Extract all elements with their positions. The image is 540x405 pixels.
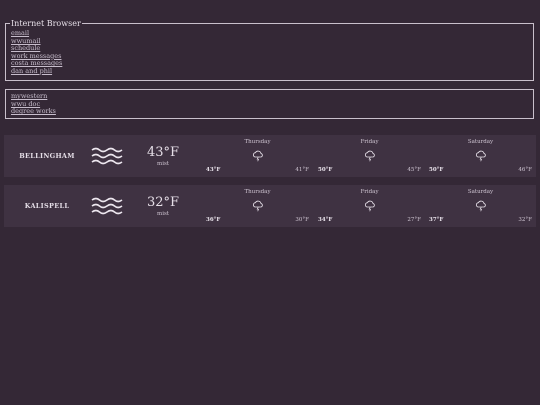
- forecast-day-name: Saturday: [467, 139, 494, 145]
- forecast-day: Saturday 37°F 32°F: [425, 185, 536, 227]
- forecast-low: 46°F: [518, 167, 532, 173]
- forecast-low: 41°F: [295, 167, 309, 173]
- internet-browser-legend: Internet Browser: [10, 18, 82, 29]
- forecast-day-name: Thursday: [244, 139, 271, 145]
- forecast-high: 37°F: [429, 217, 444, 223]
- city-name: KALISPELL: [24, 202, 70, 210]
- forecast-day: Thursday 43°F 41°F: [202, 135, 313, 177]
- current-condition: mist: [156, 211, 169, 217]
- link-degree-works[interactable]: degree works: [11, 107, 56, 115]
- city-name: BELLINGHAM: [19, 152, 75, 160]
- mist-icon: [91, 197, 123, 215]
- forecast-day-name: Friday: [360, 139, 379, 145]
- current-temperature: 32°F: [146, 195, 180, 210]
- internet-browser-panel: Internet Browser email wwumail schedule …: [5, 18, 534, 81]
- school-link-list: mywestern wwu doc degree works: [11, 92, 56, 116]
- forecast-day-name: Saturday: [467, 189, 494, 195]
- forecast-low: 30°F: [295, 217, 309, 223]
- browser-link-list: email wwumail schedule work messages cos…: [11, 29, 62, 75]
- mist-icon: [91, 147, 123, 165]
- forecast-high: 36°F: [206, 217, 221, 223]
- rain-cloud-icon: [475, 150, 486, 162]
- forecast-low: 45°F: [407, 167, 421, 173]
- forecast-day-name: Friday: [360, 189, 379, 195]
- rain-cloud-icon: [252, 150, 263, 162]
- forecast-day: Thursday 36°F 30°F: [202, 185, 313, 227]
- rain-cloud-icon: [364, 200, 375, 212]
- rain-cloud-icon: [252, 200, 263, 212]
- forecast-day: Friday 50°F 45°F: [314, 135, 425, 177]
- forecast-low: 27°F: [407, 217, 421, 223]
- rain-cloud-icon: [364, 150, 375, 162]
- forecast-day-name: Thursday: [244, 189, 271, 195]
- forecast-day: Friday 34°F 27°F: [314, 185, 425, 227]
- current-condition: mist: [156, 161, 169, 167]
- forecast-day: Saturday 50°F 46°F: [425, 135, 536, 177]
- school-links-panel: mywestern wwu doc degree works: [5, 89, 534, 119]
- forecast-high: 50°F: [318, 167, 333, 173]
- forecast-low: 32°F: [518, 217, 532, 223]
- current-temperature: 43°F: [146, 145, 180, 160]
- rain-cloud-icon: [475, 200, 486, 212]
- forecast-high: 34°F: [318, 217, 333, 223]
- weather-widget-kalispell: KALISPELL 32°F mist Thursday 36°F 30°F F…: [4, 185, 536, 227]
- forecast-high: 50°F: [429, 167, 444, 173]
- weather-widget-bellingham: BELLINGHAM 43°F mist Thursday 43°F 41°F …: [4, 135, 536, 177]
- forecast-high: 43°F: [206, 167, 221, 173]
- link-dan-and-phil[interactable]: dan and phil: [11, 67, 52, 75]
